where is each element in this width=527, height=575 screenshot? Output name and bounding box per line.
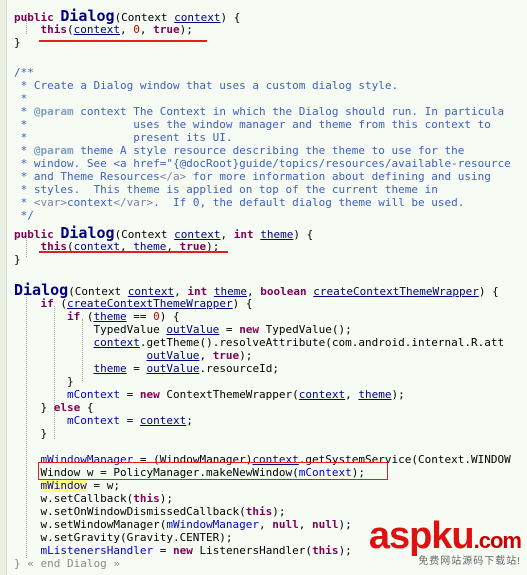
- code-line[interactable]: w.setWindowManager(mWindowManager, null,…: [14, 518, 351, 531]
- code-line[interactable]: w.setCallback(this);: [14, 492, 172, 505]
- fold-marker[interactable]: } « end Dialog »: [14, 557, 120, 570]
- code-line[interactable]: TypedValue outValue = new TypedValue();: [14, 323, 351, 336]
- code-line[interactable]: mContext = context;: [14, 414, 193, 427]
- watermark: aspku.com 免费网站源码下载站!: [368, 515, 522, 567]
- code-editor[interactable]: public Dialog(Context context) { this(co…: [0, 0, 527, 575]
- annotation-underline: [39, 251, 228, 253]
- code-line[interactable]: w.setOnWindowDismissedCallback(this);: [14, 505, 285, 518]
- code-line[interactable]: mContext = new ContextThemeWrapper(conte…: [14, 388, 405, 401]
- code-line[interactable]: * Create a Dialog window that uses a cus…: [14, 79, 399, 92]
- code-line[interactable]: } else {: [14, 401, 93, 414]
- code-line[interactable]: * @param theme A style resource describi…: [14, 144, 465, 157]
- annotation-box: [38, 462, 388, 480]
- code-line[interactable]: * and Theme Resources</a> for more infor…: [14, 170, 491, 183]
- code-line[interactable]: }: [14, 36, 21, 49]
- code-line[interactable]: w.setGravity(Gravity.CENTER);: [14, 531, 232, 544]
- code-line[interactable]: if (createContextThemeWrapper) {: [14, 297, 253, 310]
- code-line[interactable]: }: [14, 427, 47, 440]
- code-line[interactable]: }: [14, 253, 21, 266]
- code-line[interactable]: Dialog(Context context, int theme, boole…: [14, 283, 499, 299]
- watermark-domain: .com: [473, 528, 522, 553]
- code-line[interactable]: * present its UI.: [14, 131, 233, 144]
- code-line[interactable]: this(context, 0, true);: [14, 23, 193, 36]
- code-line[interactable]: }: [14, 375, 74, 388]
- editor-gutter: [0, 0, 7, 575]
- code-line[interactable]: if (theme == 0) {: [14, 310, 180, 323]
- annotation-underline: [39, 40, 207, 42]
- code-line[interactable]: * uses the window manager and theme from…: [14, 118, 491, 131]
- code-line[interactable]: theme = outValue.resourceId;: [14, 362, 278, 375]
- code-line[interactable]: * <var>context</var>. If 0, the default …: [14, 196, 465, 209]
- code-line[interactable]: context.getTheme().resolveAttribute(com.…: [14, 336, 504, 349]
- code-line[interactable]: * styles. This theme is applied on top o…: [14, 183, 438, 196]
- code-line[interactable]: public Dialog(Context context) {: [14, 9, 240, 25]
- code-line[interactable]: */: [14, 209, 34, 222]
- code-line[interactable]: public Dialog(Context context, int theme…: [14, 226, 313, 242]
- code-line[interactable]: * @param context The Context in which th…: [14, 105, 504, 118]
- code-line[interactable]: *: [14, 92, 28, 105]
- code-line[interactable]: mListenersHandler = new ListenersHandler…: [14, 544, 352, 557]
- code-line[interactable]: /**: [14, 66, 34, 79]
- code-line[interactable]: outValue, true);: [14, 349, 252, 362]
- watermark-main: aspku: [368, 515, 475, 557]
- code-line[interactable]: * window. See <a href="{@docRoot}guide/t…: [14, 157, 511, 170]
- code-line[interactable]: mWindow = w;: [14, 479, 120, 492]
